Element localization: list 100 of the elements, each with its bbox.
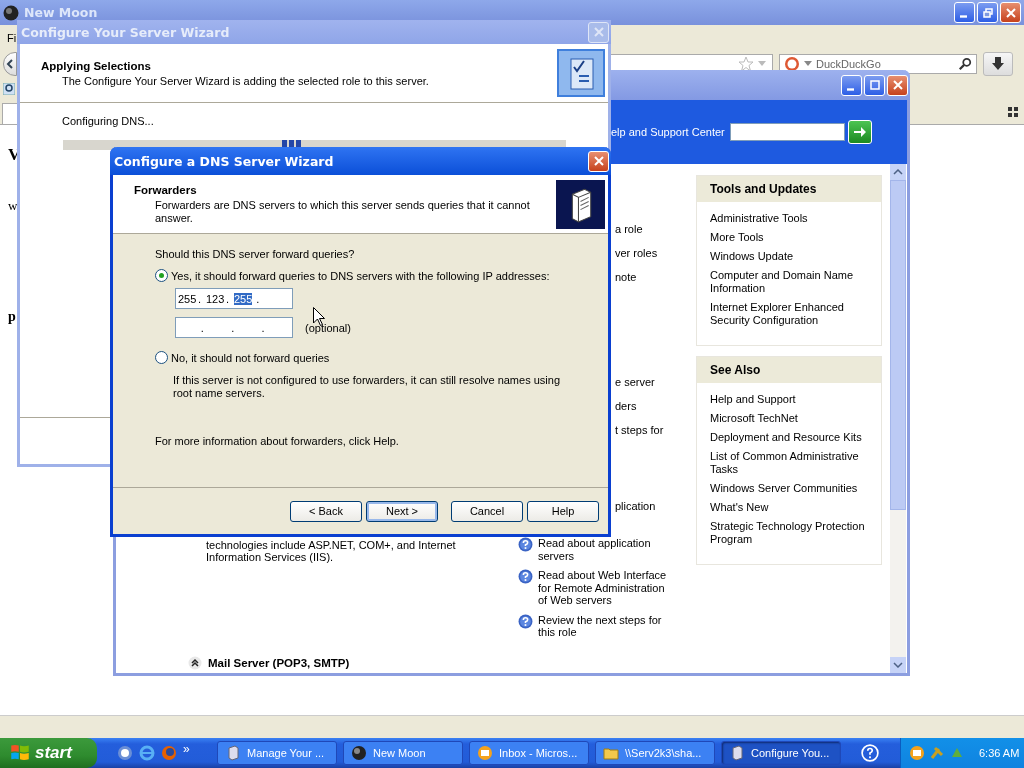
restore-icon bbox=[982, 7, 993, 18]
cursor-icon bbox=[313, 307, 325, 326]
help-icon bbox=[518, 613, 533, 629]
minimize-icon bbox=[846, 87, 854, 91]
optional-label: (optional) bbox=[305, 321, 351, 334]
panel-title: See Also bbox=[697, 357, 881, 383]
step-heading: Forwarders bbox=[134, 183, 198, 196]
go-button[interactable] bbox=[847, 120, 872, 144]
panel-link[interactable]: More Tools bbox=[710, 231, 873, 244]
download-button[interactable] bbox=[983, 52, 1013, 76]
role-description: technologies include ASP.NET, COM+, and Internet Information Services (IIS). bbox=[206, 539, 457, 563]
search-icon[interactable] bbox=[3, 83, 15, 95]
taskbar-button[interactable]: Inbox - Micros... bbox=[469, 741, 589, 765]
clock: 6:36 AM bbox=[979, 747, 1020, 759]
minimize-button[interactable] bbox=[954, 2, 975, 23]
panel-link[interactable]: Administrative Tools bbox=[710, 212, 873, 225]
scrollbar[interactable] bbox=[890, 164, 906, 673]
collapse-icon[interactable] bbox=[188, 656, 202, 670]
start-button[interactable]: start bbox=[0, 738, 97, 768]
panel-title: Tools and Updates bbox=[697, 176, 881, 202]
taskbar-button[interactable]: \\Serv2k3\sha... bbox=[595, 741, 715, 765]
help-icon[interactable] bbox=[861, 744, 879, 762]
panel-link[interactable]: Help and Support bbox=[710, 393, 873, 406]
minimize-button[interactable] bbox=[841, 74, 862, 96]
arrow-icon bbox=[851, 124, 868, 140]
window-title: Configure Your Server Wizard bbox=[21, 24, 230, 40]
close-icon bbox=[1005, 7, 1016, 18]
link-text[interactable]: a role bbox=[615, 223, 694, 236]
dialog-button[interactable]: Help bbox=[527, 500, 599, 522]
close-icon bbox=[892, 80, 903, 90]
back-button[interactable] bbox=[3, 52, 17, 76]
link-text[interactable]: t steps for bbox=[615, 424, 694, 437]
scroll-up-icon[interactable] bbox=[893, 169, 903, 175]
ip-address-field[interactable]: 255. 123. 255 . bbox=[175, 288, 293, 309]
panel-link[interactable]: Microsoft TechNet bbox=[710, 412, 873, 425]
step-heading: Applying Selections bbox=[41, 59, 152, 72]
panel-link[interactable]: Computer and Domain Name Information bbox=[710, 269, 873, 295]
star-icon[interactable] bbox=[738, 56, 754, 72]
search-placeholder: DuckDuckGo bbox=[816, 58, 882, 70]
step-description: Forwarders are DNS servers to which this server sends queries that it cannot answer. bbox=[154, 198, 531, 225]
search-label: elp and Support Center bbox=[611, 126, 725, 138]
grid-icon[interactable] bbox=[1008, 107, 1018, 117]
dialog-button[interactable]: Cancel bbox=[451, 500, 523, 522]
taskbar-button[interactable]: New Moon bbox=[343, 741, 463, 765]
server-icon bbox=[729, 745, 745, 761]
ip-address-field[interactable]: . . . bbox=[175, 317, 293, 338]
page-text: w bbox=[8, 198, 18, 214]
panel-link[interactable]: Internet Explorer Enhanced Security Configuration bbox=[710, 301, 873, 327]
link-text[interactable]: ders bbox=[615, 400, 694, 413]
browser-icon[interactable] bbox=[139, 745, 155, 761]
scroll-down-icon[interactable] bbox=[893, 662, 903, 668]
more-button[interactable]: » bbox=[183, 742, 190, 756]
panel-link[interactable]: Windows Update bbox=[710, 250, 873, 263]
folder-icon bbox=[603, 745, 619, 761]
windows-logo-icon bbox=[10, 743, 30, 763]
menu-item[interactable]: Fi bbox=[7, 31, 17, 44]
help-text: For more information about forwarders, click Help. bbox=[155, 435, 400, 447]
panel-link[interactable]: Deployment and Resource Kits bbox=[710, 431, 873, 444]
globe-icon bbox=[351, 745, 367, 761]
panel-link[interactable]: Strategic Technology Protection Program bbox=[710, 520, 873, 546]
app-icon[interactable] bbox=[117, 745, 133, 761]
link-text[interactable]: e server bbox=[615, 376, 694, 389]
role-heading[interactable]: Mail Server (POP3, SMTP) bbox=[208, 657, 350, 669]
page-text: p bbox=[8, 309, 16, 325]
link-text[interactable]: plication bbox=[615, 500, 694, 513]
maximize-icon bbox=[869, 80, 880, 90]
dialog-button[interactable]: < Back bbox=[290, 500, 362, 522]
radio-button[interactable] bbox=[155, 351, 168, 364]
panel-link[interactable]: List of Common Administrative Tasks bbox=[710, 450, 873, 476]
window-title: New Moon bbox=[24, 5, 98, 20]
taskbar-button[interactable]: Manage Your ... bbox=[217, 741, 337, 765]
panel-link[interactable]: What's New bbox=[710, 501, 873, 514]
search-field[interactable] bbox=[729, 123, 845, 141]
help-icon bbox=[518, 537, 533, 552]
help-link[interactable]: Read about Web Interface for Remote Administration of Web servers bbox=[538, 569, 673, 607]
maximize-button[interactable] bbox=[864, 74, 885, 96]
checklist-icon bbox=[557, 49, 605, 97]
radio-label[interactable]: Yes, it should forward queries to DNS servers with the following IP addresses: bbox=[171, 269, 550, 282]
taskbar-button[interactable]: Configure You... bbox=[721, 741, 841, 765]
dropdown-icon[interactable] bbox=[804, 61, 812, 67]
note-text: If this server is not configured to use forwarders, it can still resolve names using root name servers. bbox=[173, 374, 561, 400]
radio-label[interactable]: No, it should not forward queries bbox=[171, 351, 330, 364]
close-icon bbox=[593, 27, 604, 37]
radio-button[interactable] bbox=[155, 269, 168, 282]
link-text[interactable]: note bbox=[615, 271, 694, 284]
link-text[interactable]: ver roles bbox=[615, 247, 694, 260]
dialog-button[interactable]: Next > bbox=[366, 500, 438, 522]
minimize-icon bbox=[959, 15, 967, 18]
step-description: The Configure Your Server Wizard is adding the selected role to this server. bbox=[61, 74, 430, 87]
panel-link[interactable]: Windows Server Communities bbox=[710, 482, 873, 495]
restore-button[interactable] bbox=[977, 2, 998, 23]
mail-icon bbox=[477, 745, 493, 761]
globe-icon bbox=[3, 4, 19, 21]
search-icon[interactable] bbox=[958, 57, 972, 71]
help-link[interactable]: Review the next steps for this role bbox=[538, 613, 673, 639]
question-text: Should this DNS server forward queries? bbox=[155, 248, 356, 260]
duck-logo-icon bbox=[784, 56, 800, 72]
window-title: Configure a DNS Server Wizard bbox=[114, 153, 334, 169]
mail-icon[interactable] bbox=[909, 745, 925, 761]
help-link[interactable]: Read about application servers bbox=[538, 537, 673, 562]
